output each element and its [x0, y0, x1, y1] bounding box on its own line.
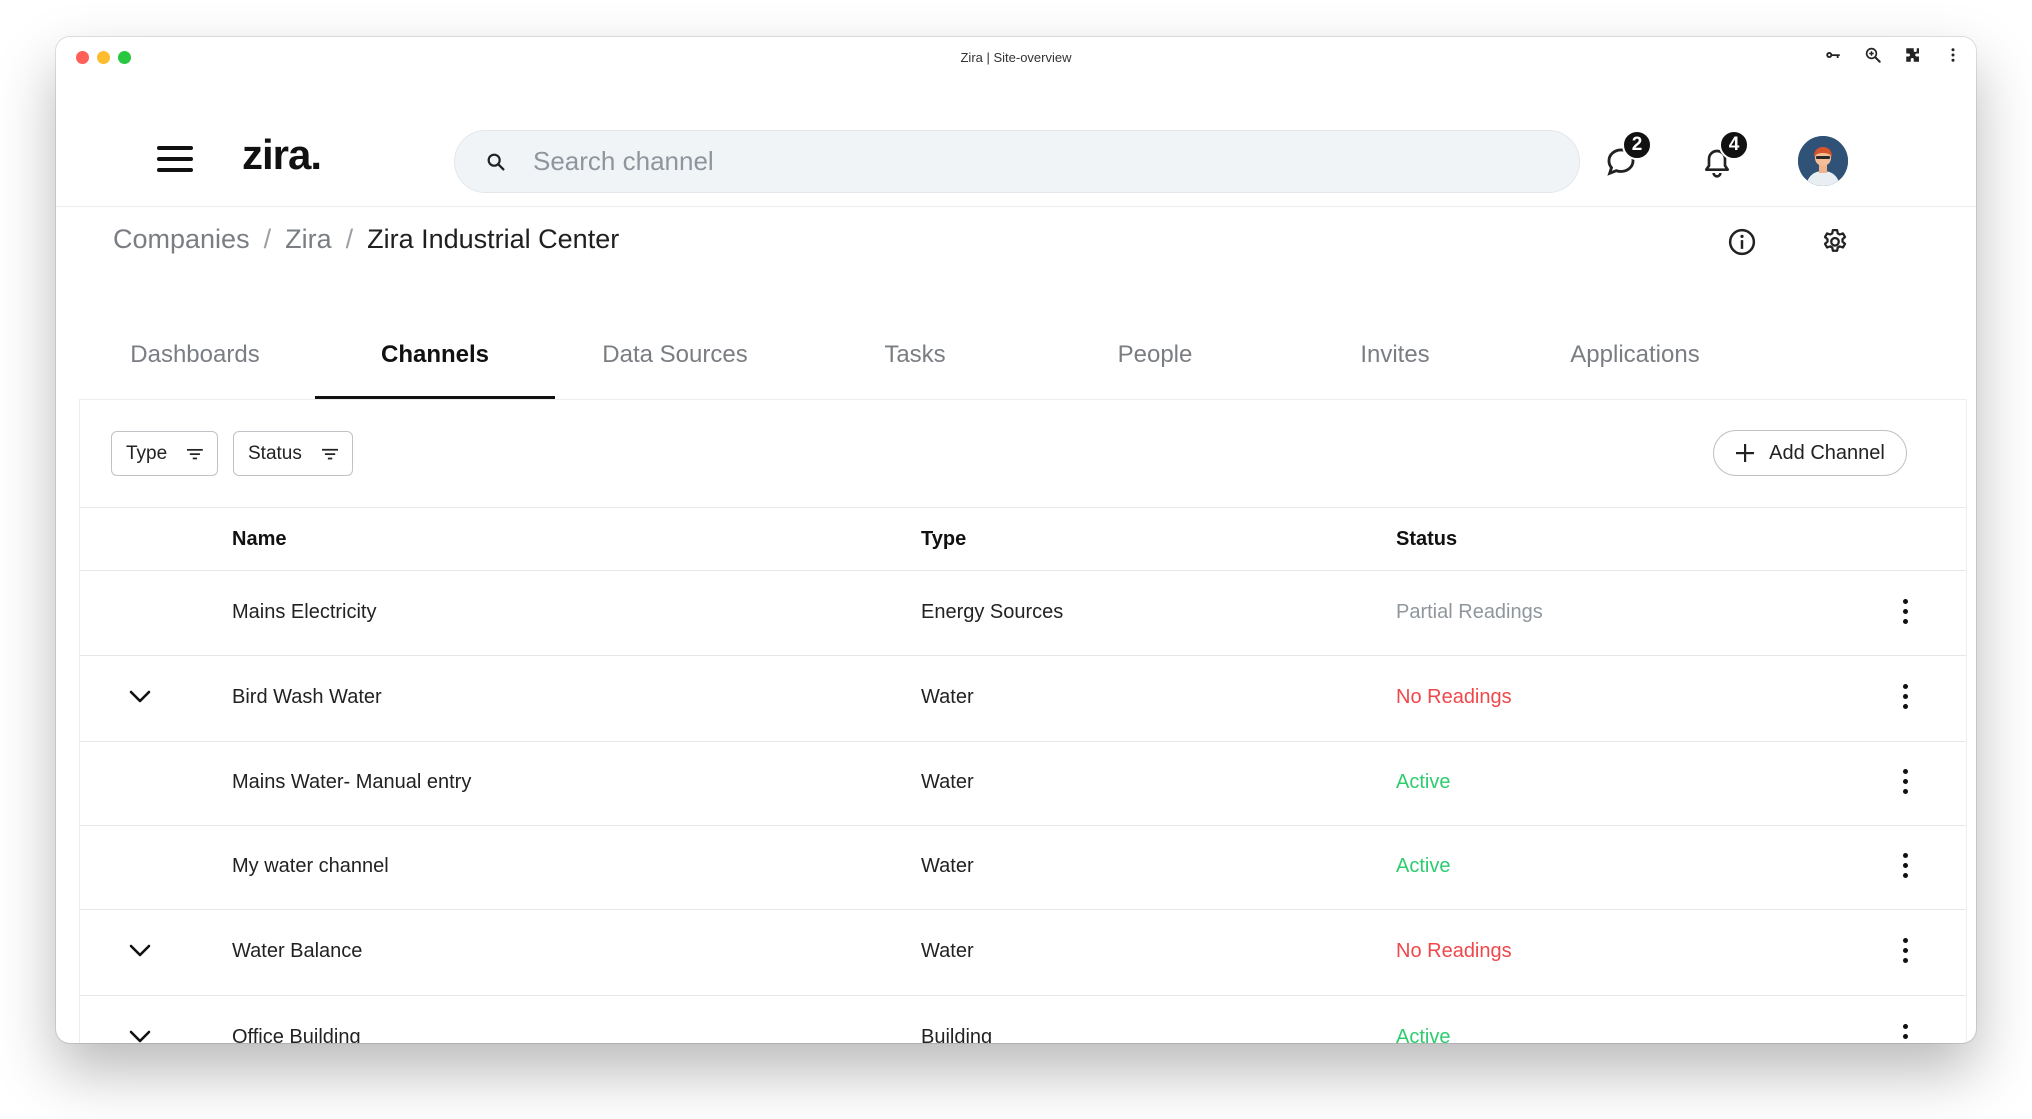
breadcrumb-link-zira[interactable]: Zira — [285, 224, 332, 255]
app-logo[interactable]: zira. — [242, 131, 322, 179]
section-tabs: Dashboards Channels Data Sources Tasks P… — [75, 327, 1755, 399]
breadcrumb-separator: / — [263, 224, 272, 254]
type-filter-button[interactable]: Type — [111, 431, 218, 476]
tab-people[interactable]: People — [1035, 327, 1275, 399]
channels-panel: Type Status Add Channel Name Type Status… — [79, 399, 1967, 1043]
info-icon[interactable] — [1727, 227, 1757, 257]
messages-badge: 2 — [1622, 130, 1652, 160]
status-badge: No Readings — [1396, 686, 1512, 708]
close-window-button[interactable] — [76, 51, 89, 64]
channel-type: Energy Sources — [921, 601, 1064, 623]
tab-applications[interactable]: Applications — [1515, 327, 1755, 399]
hamburger-icon[interactable] — [157, 146, 193, 172]
table-row[interactable]: Office Building Building Active — [80, 996, 1966, 1043]
status-filter-button[interactable]: Status — [233, 431, 353, 476]
channel-name[interactable]: Bird Wash Water — [232, 686, 382, 709]
page-title: Zira Industrial Center — [367, 224, 620, 254]
tab-dashboards[interactable]: Dashboards — [75, 327, 315, 399]
zoom-window-button[interactable] — [118, 51, 131, 64]
table-row[interactable]: My water channel Water Active — [80, 826, 1966, 910]
search-icon — [487, 153, 505, 171]
browser-toolbar — [1824, 46, 1962, 64]
chevron-down-icon[interactable] — [129, 1030, 151, 1043]
kebab-icon[interactable] — [1902, 599, 1910, 625]
tab-invites[interactable]: Invites — [1275, 327, 1515, 399]
browser-window: Zira | Site-overview zira. 2 — [56, 37, 1976, 1043]
status-badge: Active — [1396, 855, 1451, 877]
kebab-icon[interactable] — [1902, 769, 1910, 795]
channel-type: Building — [921, 1026, 993, 1043]
table-row[interactable]: Mains Water- Manual entry Water Active — [80, 742, 1966, 826]
type-filter-label: Type — [126, 442, 168, 464]
status-filter-label: Status — [248, 442, 302, 464]
app-header: zira. 2 4 — [56, 77, 1976, 207]
window-controls — [76, 51, 131, 64]
messages-button[interactable]: 2 — [1604, 130, 1664, 189]
gear-icon[interactable] — [1820, 227, 1850, 257]
filter-icon — [187, 448, 203, 459]
kebab-icon[interactable] — [1902, 1024, 1910, 1043]
table-header: Name Type Status — [80, 508, 1966, 571]
kebab-icon[interactable] — [1902, 853, 1910, 879]
breadcrumb-separator: / — [345, 224, 354, 254]
add-channel-label: Add Channel — [1769, 441, 1885, 464]
column-header-status[interactable]: Status — [1396, 528, 1457, 551]
breadcrumb-link-companies[interactable]: Companies — [113, 224, 250, 255]
search-input[interactable] — [533, 146, 1433, 177]
status-badge: Partial Readings — [1396, 601, 1543, 623]
channel-name[interactable]: Mains Electricity — [232, 601, 376, 624]
tab-tasks[interactable]: Tasks — [795, 327, 1035, 399]
kebab-icon[interactable] — [1902, 684, 1910, 710]
browser-menu-icon[interactable] — [1944, 46, 1962, 64]
column-header-type[interactable]: Type — [921, 528, 966, 551]
channel-type: Water — [921, 771, 974, 793]
kebab-icon[interactable] — [1902, 938, 1910, 964]
channel-type: Water — [921, 855, 974, 877]
breadcrumb: Companies / Zira / Zira Industrial Cente… — [113, 224, 619, 255]
minimize-window-button[interactable] — [97, 51, 110, 64]
channel-table-body: Mains Electricity Energy Sources Partial R… — [80, 571, 1966, 1043]
plus-icon — [1736, 444, 1755, 462]
search-bar[interactable] — [454, 130, 1580, 193]
status-badge: No Readings — [1396, 940, 1512, 962]
chevron-down-icon[interactable] — [129, 944, 151, 958]
filter-icon — [321, 448, 338, 459]
zoom-icon[interactable] — [1864, 46, 1882, 64]
channel-type: Water — [921, 686, 974, 708]
window-title: Zira | Site-overview — [960, 49, 1072, 65]
column-header-name[interactable]: Name — [232, 528, 286, 551]
notifications-button[interactable]: 4 — [1701, 130, 1761, 189]
channel-name[interactable]: Water Balance — [232, 940, 362, 963]
avatar[interactable] — [1798, 136, 1848, 186]
table-row[interactable]: Water Balance Water No Readings — [80, 910, 1966, 996]
key-icon[interactable] — [1824, 46, 1842, 64]
status-badge: Active — [1396, 1026, 1451, 1043]
table-row[interactable]: Mains Electricity Energy Sources Partial R… — [80, 571, 1966, 656]
add-channel-button[interactable]: Add Channel — [1713, 430, 1907, 476]
tab-channels[interactable]: Channels — [315, 327, 555, 399]
status-badge: Active — [1396, 771, 1451, 793]
notifications-badge: 4 — [1719, 130, 1749, 160]
channel-name[interactable]: My water channel — [232, 855, 389, 878]
filter-bar: Type Status Add Channel — [80, 400, 1966, 508]
channel-name[interactable]: Mains Water- Manual entry — [232, 771, 471, 794]
tab-data-sources[interactable]: Data Sources — [555, 327, 795, 399]
extensions-icon[interactable] — [1904, 46, 1922, 64]
window-titlebar: Zira | Site-overview — [56, 37, 1976, 77]
table-row[interactable]: Bird Wash Water Water No Readings — [80, 656, 1966, 742]
channel-name[interactable]: Office Building — [232, 1026, 361, 1043]
chevron-down-icon[interactable] — [129, 690, 151, 704]
channel-type: Water — [921, 940, 974, 962]
